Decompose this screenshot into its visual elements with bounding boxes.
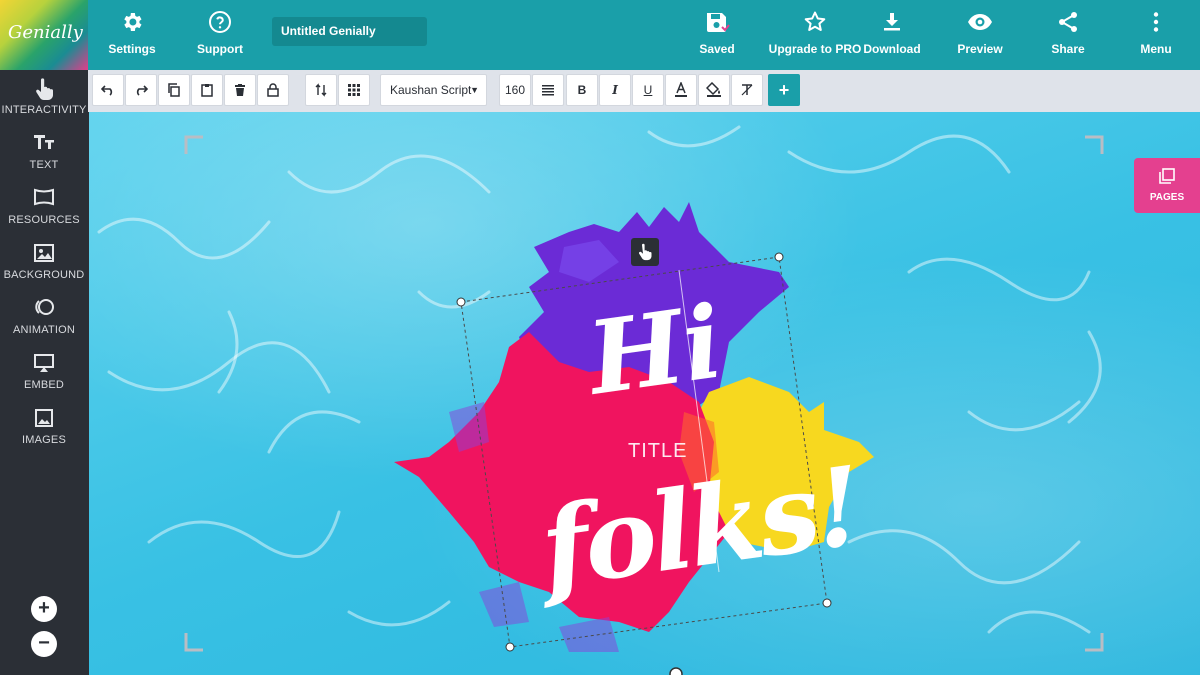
pages-icon <box>1159 168 1175 184</box>
sidebar-item-label: TEXT <box>29 159 59 171</box>
undo-icon <box>100 85 113 96</box>
share-icon <box>1028 10 1108 40</box>
delete-button[interactable] <box>224 74 256 106</box>
sidebar-item-label: IMAGES <box>22 434 66 446</box>
upgrade-pro-button[interactable]: Upgrade to PRO <box>765 10 865 64</box>
pages-label: PAGES <box>1149 192 1185 203</box>
paint-bucket-icon <box>705 81 721 97</box>
share-button[interactable]: Share <box>1028 10 1108 64</box>
help-icon <box>180 10 260 40</box>
sidebar-item-embed[interactable]: EMBED <box>0 353 88 403</box>
italic-button[interactable]: I <box>599 74 631 106</box>
animation-icon <box>0 298 88 322</box>
saved-status[interactable]: Saved <box>677 10 757 64</box>
text-icon <box>0 133 88 157</box>
arrange-icon <box>315 83 327 97</box>
add-element-button[interactable]: + <box>768 74 800 106</box>
zoom-out-button[interactable]: − <box>31 631 57 657</box>
chevron-down-icon: ▼ <box>470 85 479 95</box>
redo-icon <box>136 85 149 96</box>
download-button[interactable]: Download <box>852 10 932 64</box>
preview-button[interactable]: Preview <box>940 10 1020 64</box>
star-icon <box>765 10 865 40</box>
underline-button[interactable]: U <box>632 74 664 106</box>
highlight-color-button[interactable] <box>698 74 730 106</box>
trash-icon <box>235 84 245 96</box>
sidebar-item-interactivity[interactable]: INTERACTIVITY <box>0 78 88 128</box>
text-color-icon <box>675 80 687 97</box>
left-sidebar: INTERACTIVITY TEXT RESOURCES BACKGROUND … <box>0 70 88 675</box>
genially-title-input[interactable]: Untitled Genially <box>272 17 427 46</box>
lock-button[interactable] <box>257 74 289 106</box>
copy-button[interactable] <box>158 74 190 106</box>
align-grid-button[interactable] <box>338 74 370 106</box>
more-vertical-icon <box>1116 10 1196 40</box>
sidebar-item-label: INTERACTIVITY <box>1 104 87 116</box>
redo-button[interactable] <box>125 74 157 106</box>
font-size-input[interactable]: 160 <box>499 74 531 106</box>
zoom-in-button[interactable]: + <box>31 596 57 622</box>
preview-label: Preview <box>957 42 1003 56</box>
sidebar-item-resources[interactable]: RESOURCES <box>0 188 88 238</box>
copy-icon <box>168 83 180 97</box>
sidebar-item-background[interactable]: BACKGROUND <box>0 243 88 293</box>
gear-icon <box>92 10 172 40</box>
saved-label: Saved <box>699 42 735 56</box>
eye-icon <box>940 10 1020 40</box>
hand-pointer-icon <box>0 78 88 102</box>
top-bar: Genially Settings Support Untitled Genia… <box>0 0 1200 70</box>
resize-handle <box>774 252 784 262</box>
pages-button[interactable]: PAGES <box>1134 158 1200 213</box>
font-family-select[interactable]: Kaushan Script ▼ <box>380 74 487 106</box>
genially-logo[interactable]: Genially <box>0 0 88 70</box>
sidebar-item-text[interactable]: TEXT <box>0 133 88 183</box>
grid-icon <box>348 84 360 96</box>
sidebar-item-animation[interactable]: ANIMATION <box>0 298 88 348</box>
settings-label: Settings <box>108 42 156 56</box>
clipboard-icon <box>201 84 213 97</box>
app-window: Genially Settings Support Untitled Genia… <box>0 0 1200 675</box>
background-icon <box>0 243 88 267</box>
sidebar-item-label: BACKGROUND <box>3 269 85 281</box>
slide-canvas[interactable]: Hi TITLE folks! <box>89 112 1200 675</box>
undo-button[interactable] <box>92 74 124 106</box>
rotate-handle <box>669 667 683 675</box>
interactivity-badge <box>631 238 659 266</box>
share-label: Share <box>1051 42 1085 56</box>
title-text[interactable]: TITLE <box>628 440 687 463</box>
menu-label: Menu <box>1140 42 1172 56</box>
menu-button[interactable]: Menu <box>1116 10 1196 64</box>
bold-button[interactable]: B <box>566 74 598 106</box>
logo-text: Genially <box>8 22 83 43</box>
embed-icon <box>0 353 88 377</box>
font-family-value: Kaushan Script <box>390 83 472 97</box>
text-color-button[interactable] <box>665 74 697 106</box>
support-label: Support <box>197 42 243 56</box>
upgrade-label: Upgrade to PRO <box>768 42 862 56</box>
resize-handle <box>822 598 832 608</box>
sidebar-item-label: EMBED <box>23 379 65 391</box>
support-button[interactable]: Support <box>180 10 260 64</box>
resources-icon <box>0 188 88 212</box>
sidebar-item-images[interactable]: IMAGES <box>0 408 88 458</box>
resize-handle <box>456 297 466 307</box>
download-icon <box>852 10 932 40</box>
save-icon <box>677 10 757 40</box>
lock-icon <box>267 83 279 97</box>
resize-handle <box>505 642 515 652</box>
images-icon <box>0 408 88 432</box>
clear-format-icon <box>741 84 753 96</box>
align-justify-icon <box>542 85 554 96</box>
clear-format-button[interactable] <box>731 74 763 106</box>
settings-button[interactable]: Settings <box>92 10 172 64</box>
sidebar-item-label: ANIMATION <box>12 324 76 336</box>
text-align-button[interactable] <box>532 74 564 106</box>
editor-toolbar: Kaushan Script ▼ 160 B I U + <box>88 70 1200 112</box>
arrange-button[interactable] <box>305 74 337 106</box>
download-label: Download <box>863 42 921 56</box>
sidebar-item-label: RESOURCES <box>8 214 80 226</box>
hi-text[interactable]: Hi <box>581 282 729 417</box>
paste-button[interactable] <box>191 74 223 106</box>
